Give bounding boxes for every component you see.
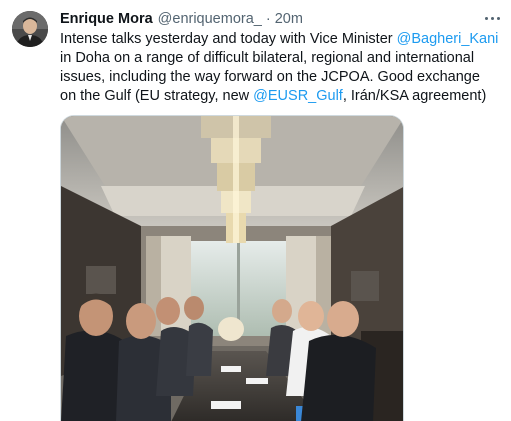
- timestamp[interactable]: 20m: [275, 11, 303, 27]
- mention-eusr-gulf[interactable]: @EUSR_Gulf: [253, 88, 343, 104]
- tweet-text-part-1: Intense talks yesterday and today with V…: [60, 31, 397, 47]
- tweet-header: Enrique Mora @enriquemora_ · 20m: [60, 11, 303, 31]
- avatar[interactable]: [12, 11, 48, 47]
- tweet-card[interactable]: Enrique Mora @enriquemora_ · 20m Intense…: [0, 0, 511, 421]
- tweet-text-part-3: , Irán/KSA agreement): [342, 88, 487, 104]
- display-name[interactable]: Enrique Mora: [60, 11, 153, 27]
- meeting-photo[interactable]: [60, 115, 404, 421]
- mention-bagheri-kani[interactable]: @Bagheri_Kani: [397, 31, 499, 47]
- more-options-icon[interactable]: [480, 8, 504, 28]
- tweet-text: Intense talks yesterday and today with V…: [60, 30, 500, 106]
- user-handle[interactable]: @enriquemora_: [158, 11, 262, 27]
- separator-dot: ·: [265, 11, 271, 27]
